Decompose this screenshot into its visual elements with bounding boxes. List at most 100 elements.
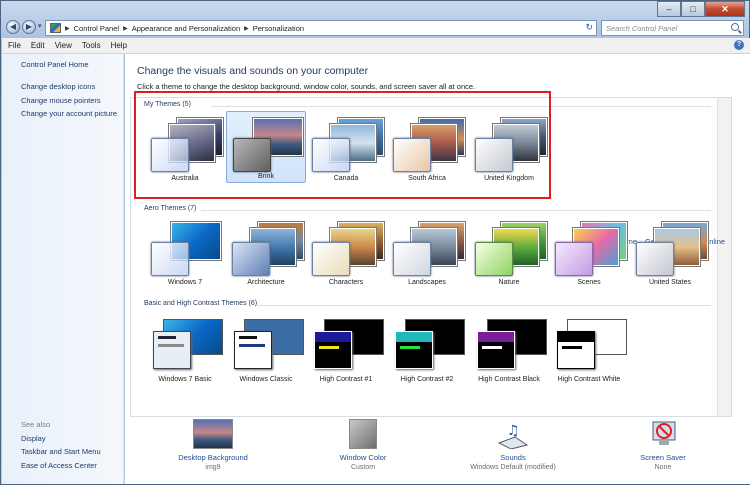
screen-saver-icon[interactable] — [643, 419, 683, 449]
menu-file[interactable]: File — [8, 41, 21, 50]
display-link[interactable]: Display — [21, 434, 46, 443]
window-color-preview — [557, 331, 595, 369]
control-panel-home-link[interactable]: Control Panel Home — [21, 60, 89, 69]
text-preview — [562, 346, 582, 349]
maximize-button[interactable]: □ — [681, 1, 705, 17]
window-color-preview — [636, 242, 674, 276]
aero-themes-label: Aero Themes (7) — [144, 205, 197, 212]
navigation-buttons: ◀ ▶ ▾ — [6, 20, 46, 34]
theme-name: Scenes — [577, 279, 601, 286]
window-color-preview — [312, 242, 350, 276]
page-title: Change the visuals and sounds on your co… — [137, 65, 369, 77]
change-mouse-pointers-link[interactable]: Change mouse pointers — [21, 96, 101, 105]
title-bar-preview — [478, 332, 514, 342]
screen-saver-value: None — [654, 464, 672, 471]
caption-buttons: – □ ✕ — [657, 1, 745, 17]
desktop-background-setting[interactable]: Desktop Background img9 — [153, 419, 273, 471]
window-color-preview — [151, 242, 189, 276]
theme-name: Windows 7 Basic — [158, 376, 212, 383]
theme-scenes[interactable]: Scenes — [549, 216, 629, 288]
taskbar-start-menu-link[interactable]: Taskbar and Start Menu — [21, 447, 101, 456]
theme-name: Landscapes — [408, 279, 446, 286]
menu-help[interactable]: Help — [111, 41, 127, 50]
divider — [257, 305, 711, 306]
chevron-right-icon[interactable]: ▶ — [244, 25, 249, 32]
menu-edit[interactable]: Edit — [31, 41, 45, 50]
window-color-preview — [234, 331, 272, 369]
theme-landscapes[interactable]: Landscapes — [387, 216, 467, 288]
change-account-picture-link[interactable]: Change your account picture — [21, 109, 117, 118]
change-desktop-icons-link[interactable]: Change desktop icons — [21, 82, 95, 91]
window-color-link[interactable]: Window Color — [303, 453, 423, 462]
breadcrumb-control-panel[interactable]: Control Panel — [74, 24, 119, 33]
address-bar[interactable]: ▶ Control Panel ▶ Appearance and Persona… — [45, 20, 597, 36]
text-preview — [239, 344, 265, 347]
sounds-setting[interactable]: ♫ Sounds Windows Default (modified) — [453, 419, 573, 471]
text-preview — [319, 346, 339, 349]
back-button[interactable]: ◀ — [6, 20, 20, 34]
theme-united-states[interactable]: United States — [630, 216, 710, 288]
screen-saver-link[interactable]: Screen Saver — [603, 453, 723, 462]
theme-windows-classic[interactable]: Windows Classic — [226, 313, 306, 385]
menu-tools[interactable]: Tools — [82, 41, 101, 50]
annotation-highlight-box — [134, 91, 551, 199]
ease-of-access-link[interactable]: Ease of Access Center — [21, 461, 97, 470]
sounds-value: Windows Default (modified) — [470, 464, 556, 471]
close-button[interactable]: ✕ — [705, 1, 745, 17]
theme-windows-7-basic[interactable]: Windows 7 Basic — [145, 313, 225, 385]
sounds-link[interactable]: Sounds — [453, 453, 573, 462]
chevron-right-icon[interactable]: ▶ — [65, 25, 70, 32]
window-color-setting[interactable]: Window Color Custom — [303, 419, 423, 471]
search-input[interactable]: Search Control Panel — [601, 20, 744, 36]
sounds-icon[interactable]: ♫ — [493, 419, 533, 450]
theme-architecture[interactable]: Architecture — [226, 216, 306, 288]
text-preview — [482, 346, 502, 349]
window-color-preview — [555, 242, 593, 276]
forward-button[interactable]: ▶ — [22, 20, 36, 34]
refresh-icon[interactable]: ↻ — [585, 22, 593, 33]
minimize-button[interactable]: – — [657, 1, 681, 17]
desktop-background-value: img9 — [205, 464, 221, 471]
menu-bar: File Edit View Tools Help ? — [2, 38, 750, 54]
breadcrumb-personalization[interactable]: Personalization — [253, 24, 304, 33]
text-preview — [158, 344, 184, 347]
breadcrumb-appearance[interactable]: Appearance and Personalization — [132, 24, 240, 33]
theme-name: High Contrast White — [557, 376, 621, 383]
see-also-label: See also — [21, 420, 51, 429]
window-color-preview — [477, 331, 515, 369]
theme-name: High Contrast Black — [478, 376, 540, 383]
theme-high-contrast-black[interactable]: High Contrast Black — [469, 313, 549, 385]
theme-nature[interactable]: Nature — [469, 216, 549, 288]
text-preview — [400, 346, 420, 349]
theme-name: Nature — [498, 279, 520, 286]
window-color-value: Custom — [350, 464, 376, 471]
title-bar-preview — [158, 336, 176, 339]
window-color-preview — [314, 331, 352, 369]
desktop-background-thumbnail[interactable] — [193, 419, 233, 449]
scrollbar[interactable] — [717, 98, 731, 416]
theme-high-contrast-1[interactable]: High Contrast #1 — [306, 313, 386, 385]
personalization-window: ◀ ▶ ▾ ▶ Control Panel ▶ Appearance and P… — [0, 0, 750, 485]
left-pane: Control Panel Home Change desktop icons … — [2, 54, 124, 484]
svg-text:♫: ♫ — [507, 423, 520, 439]
title-bar-preview — [239, 336, 257, 339]
search-icon[interactable] — [731, 23, 739, 31]
control-panel-icon — [50, 23, 61, 33]
divider — [201, 210, 711, 211]
window-color-preview — [232, 242, 270, 276]
desktop-background-link[interactable]: Desktop Background — [153, 453, 273, 462]
menu-view[interactable]: View — [55, 41, 72, 50]
theme-name: Windows 7 — [167, 279, 203, 286]
title-bar-preview — [315, 332, 351, 342]
chevron-right-icon[interactable]: ▶ — [123, 25, 128, 32]
theme-windows-7[interactable]: Windows 7 — [145, 216, 225, 288]
theme-characters[interactable]: Characters — [306, 216, 386, 288]
help-icon[interactable]: ? — [734, 40, 744, 50]
window-color-icon[interactable] — [349, 419, 377, 449]
theme-high-contrast-2[interactable]: High Contrast #2 — [387, 313, 467, 385]
theme-name: United States — [648, 279, 692, 286]
theme-name: High Contrast #2 — [400, 376, 454, 383]
screen-saver-setting[interactable]: Screen Saver None — [603, 419, 723, 471]
theme-name: Architecture — [247, 279, 285, 286]
theme-high-contrast-white[interactable]: High Contrast White — [549, 313, 629, 385]
